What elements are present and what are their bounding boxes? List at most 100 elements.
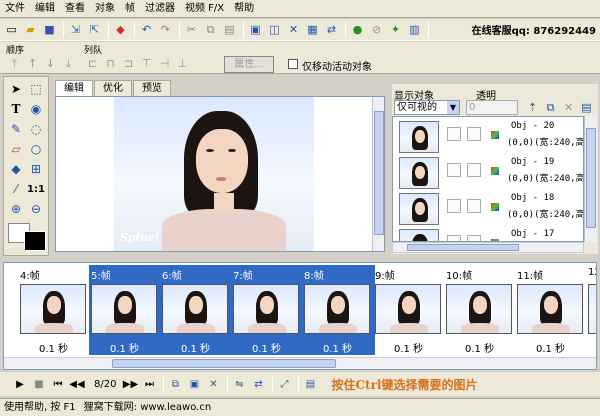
zoom-in-icon[interactable]: ⊕ [7, 200, 25, 218]
resize-icon[interactable]: ⊞ [27, 160, 45, 178]
insert-frame-icon[interactable]: ▣ [247, 21, 264, 38]
frame-item[interactable]: 9:帧 0.1 秒 [373, 266, 444, 355]
preview-icon[interactable]: ▥ [406, 21, 423, 38]
align-top-icon[interactable]: ⊤ [138, 55, 155, 72]
tab-optimize[interactable]: 优化 [94, 80, 132, 96]
color-picker-icon[interactable]: ◆ [112, 21, 129, 38]
tab-edit[interactable]: 编辑 [55, 80, 93, 96]
object-lock-checkbox[interactable] [467, 163, 481, 177]
menu-help[interactable]: 帮助 [229, 0, 259, 18]
properties-button[interactable]: 属性... [224, 56, 274, 73]
menu-filter[interactable]: 过滤器 [140, 0, 180, 18]
timeline-scrollbar[interactable] [4, 357, 596, 369]
object-visible-checkbox[interactable] [447, 127, 461, 141]
object-list-scrollbar[interactable] [584, 116, 597, 242]
zoom-out-icon[interactable]: ⊖ [27, 200, 45, 218]
stop-icon[interactable]: ■ [31, 376, 47, 392]
reverse-frames-icon[interactable]: ⇄ [323, 21, 340, 38]
frame-item[interactable]: 12 0.1 秒 [586, 266, 596, 352]
frame-item[interactable]: 8:帧 0.1 秒 [302, 266, 373, 355]
move-up-icon[interactable]: ⤒ [6, 55, 23, 72]
move-down-one-icon[interactable]: ↓ [42, 55, 59, 72]
reverse-icon[interactable]: ⇄ [250, 376, 266, 392]
undo-icon[interactable]: ↶ [138, 21, 155, 38]
open-folder-icon[interactable]: ▰ [22, 21, 39, 38]
first-frame-icon[interactable]: ⏮ [50, 376, 66, 392]
object-visible-checkbox[interactable] [447, 163, 461, 177]
frame-properties-icon[interactable]: ▦ [304, 21, 321, 38]
copy-icon[interactable]: ⧉ [202, 21, 219, 38]
brush-icon[interactable]: ✎ [7, 120, 25, 138]
canvas-scroll-thumb[interactable] [374, 111, 384, 235]
redo-icon[interactable]: ↷ [157, 21, 174, 38]
resize-frames-icon[interactable]: ⤢ [276, 376, 292, 392]
list-item[interactable]: Obj - 17 [395, 227, 583, 241]
align-middle-icon[interactable]: ⊣ [156, 55, 173, 72]
frame-item[interactable]: 7:帧 0.1 秒 [231, 266, 302, 355]
delete-object-icon[interactable]: ✕ [560, 99, 577, 116]
align-center-icon[interactable]: ⊓ [102, 55, 119, 72]
display-objects-select[interactable]: 仅可视的 ▼ [394, 100, 460, 115]
frame-item[interactable]: 4:帧 0.1 秒 [18, 266, 89, 355]
frame-item[interactable]: 5:帧 0.1 秒 [89, 266, 160, 355]
tab-preview[interactable]: 预览 [133, 80, 171, 96]
actual-size-icon[interactable]: 1:1 [27, 180, 45, 198]
list-item[interactable]: Obj - 18 (0,0)(宽:240,高 [395, 191, 583, 227]
text-tool-icon[interactable]: T [7, 100, 25, 118]
object-visible-checkbox[interactable] [447, 235, 461, 241]
crop-select-icon[interactable]: ⬚ [27, 80, 45, 98]
list-item[interactable]: Obj - 19 (0,0)(宽:240,高 [395, 155, 583, 191]
object-list-hscroll-thumb[interactable] [407, 244, 519, 251]
cut-icon[interactable]: ✂ [183, 21, 200, 38]
object-visible-checkbox[interactable] [447, 199, 461, 213]
object-list-hscrollbar[interactable] [392, 242, 584, 253]
optimize-icon[interactable]: ● [349, 21, 366, 38]
export-icon[interactable]: ⇱ [86, 21, 103, 38]
eraser-icon[interactable]: ▱ [7, 140, 25, 158]
import-icon[interactable]: ⇲ [67, 21, 84, 38]
disabled-icon[interactable]: ⊘ [368, 21, 385, 38]
previous-frame-icon[interactable]: ◀◀ [69, 376, 85, 392]
move-bottom-icon[interactable]: ⤓ [60, 55, 77, 72]
object-lock-checkbox[interactable] [467, 127, 481, 141]
frame-settings-icon[interactable]: ▤ [302, 376, 318, 392]
add-frame-icon[interactable]: ⧉ [167, 376, 183, 392]
paste-icon[interactable]: ▤ [221, 21, 238, 38]
next-frame-icon[interactable]: ▶▶ [122, 376, 138, 392]
menu-object[interactable]: 对象 [90, 0, 120, 18]
object-list-scroll-thumb[interactable] [586, 128, 596, 228]
object-lock-checkbox[interactable] [467, 199, 481, 213]
foreground-color-swatch[interactable] [24, 231, 46, 251]
move-active-only-checkbox[interactable] [288, 59, 298, 69]
frame-item[interactable]: 6:帧 0.1 秒 [160, 266, 231, 355]
timeline-scroll-thumb[interactable] [112, 359, 336, 368]
canvas-vertical-scrollbar[interactable] [372, 97, 384, 251]
play-icon[interactable]: ▶ [12, 376, 28, 392]
list-item[interactable]: Obj - 20 (0,0)(宽:240,高 [395, 119, 583, 155]
rotate-tool-icon[interactable]: ◉ [27, 100, 45, 118]
frame-item[interactable]: 11:帧 0.1 秒 [515, 266, 586, 355]
menu-frame[interactable]: 帧 [120, 0, 140, 18]
transparency-spinner[interactable]: 0 [466, 100, 518, 115]
new-file-icon[interactable]: ▭ [3, 21, 20, 38]
online-support-qq[interactable]: 在线客服qq: 876292449 [472, 22, 600, 37]
menu-view[interactable]: 查看 [60, 0, 90, 18]
tween-icon[interactable]: ⇋ [231, 376, 247, 392]
chevron-down-icon[interactable]: ▼ [447, 101, 459, 114]
lasso-icon[interactable]: ◌ [27, 120, 45, 138]
menu-file[interactable]: 文件 [0, 0, 30, 18]
eyedropper-icon[interactable]: ⁄ [7, 180, 25, 198]
object-properties-icon[interactable]: ▤ [578, 99, 595, 116]
last-frame-icon[interactable]: ⏭ [141, 376, 157, 392]
menu-edit[interactable]: 编辑 [30, 0, 60, 18]
copy-frames-icon[interactable]: ▣ [186, 376, 202, 392]
paint-bucket-icon[interactable]: ◆ [7, 160, 25, 178]
delete-frame-icon[interactable]: ✕ [285, 21, 302, 38]
ellipse-select-icon[interactable]: ○ [27, 140, 45, 158]
save-icon[interactable]: ■ [41, 21, 58, 38]
move-object-up-icon[interactable]: ⇡ [524, 99, 541, 116]
delete-frames-icon[interactable]: ✕ [205, 376, 221, 392]
frame-item[interactable]: 10:帧 0.1 秒 [444, 266, 515, 355]
duplicate-object-icon[interactable]: ⧉ [542, 99, 559, 116]
align-right-icon[interactable]: ⊐ [120, 55, 137, 72]
